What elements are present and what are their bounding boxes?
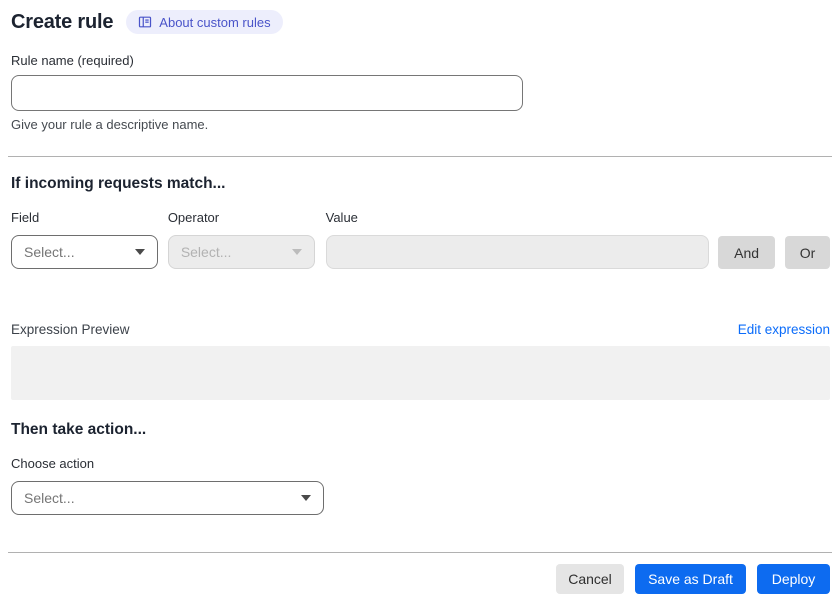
rule-name-label: Rule name (required) — [11, 53, 134, 68]
chevron-down-icon — [134, 249, 145, 255]
operator-label: Operator — [167, 210, 220, 225]
page-title: Create rule — [11, 10, 114, 33]
or-button[interactable]: Or — [785, 236, 830, 269]
divider — [8, 156, 832, 157]
operator-select[interactable]: Select... — [167, 235, 315, 269]
match-section-heading: If incoming requests match... — [11, 175, 226, 192]
rule-name-input[interactable] — [11, 75, 523, 111]
operator-select-value: Select... — [180, 244, 232, 260]
save-as-draft-button[interactable]: Save as Draft — [635, 564, 746, 594]
footer-actions: Cancel Save as Draft Deploy — [11, 564, 830, 594]
cancel-button[interactable]: Cancel — [556, 564, 624, 594]
field-select[interactable]: Select... — [11, 235, 158, 269]
expression-preview-label: Expression Preview — [11, 322, 130, 337]
choose-action-value: Select... — [24, 490, 75, 506]
choose-action-select[interactable]: Select... — [11, 481, 324, 515]
field-label: Field — [11, 210, 40, 225]
field-select-value: Select... — [24, 244, 75, 260]
deploy-button[interactable]: Deploy — [757, 564, 830, 594]
operator-column: Operator Select... — [167, 210, 315, 269]
condition-row: Field Select... Operator Select... Value… — [11, 210, 830, 269]
expression-preview-box — [11, 346, 830, 400]
header: Create rule About custom rules — [11, 10, 830, 34]
footer-divider — [8, 552, 832, 553]
book-icon — [138, 15, 152, 29]
action-section-heading: Then take action... — [11, 421, 147, 438]
value-label: Value — [325, 210, 358, 225]
about-badge-label: About custom rules — [159, 14, 271, 30]
choose-action-label: Choose action — [11, 456, 95, 471]
rule-name-section: Rule name (required) Give your rule a de… — [11, 53, 830, 132]
edit-expression-link[interactable]: Edit expression — [738, 322, 830, 337]
create-rule-page: Create rule About custom rules Rule name… — [0, 0, 839, 597]
value-input[interactable] — [325, 235, 710, 269]
expression-preview-header: Expression Preview Edit expression — [11, 322, 830, 337]
rule-name-helper: Give your rule a descriptive name. — [11, 117, 209, 132]
field-column: Field Select... — [11, 210, 158, 269]
and-button[interactable]: And — [718, 236, 776, 269]
chevron-down-icon — [291, 249, 302, 255]
chevron-down-icon — [301, 495, 311, 501]
about-custom-rules-badge[interactable]: About custom rules — [126, 10, 283, 34]
value-column: Value — [325, 210, 710, 269]
